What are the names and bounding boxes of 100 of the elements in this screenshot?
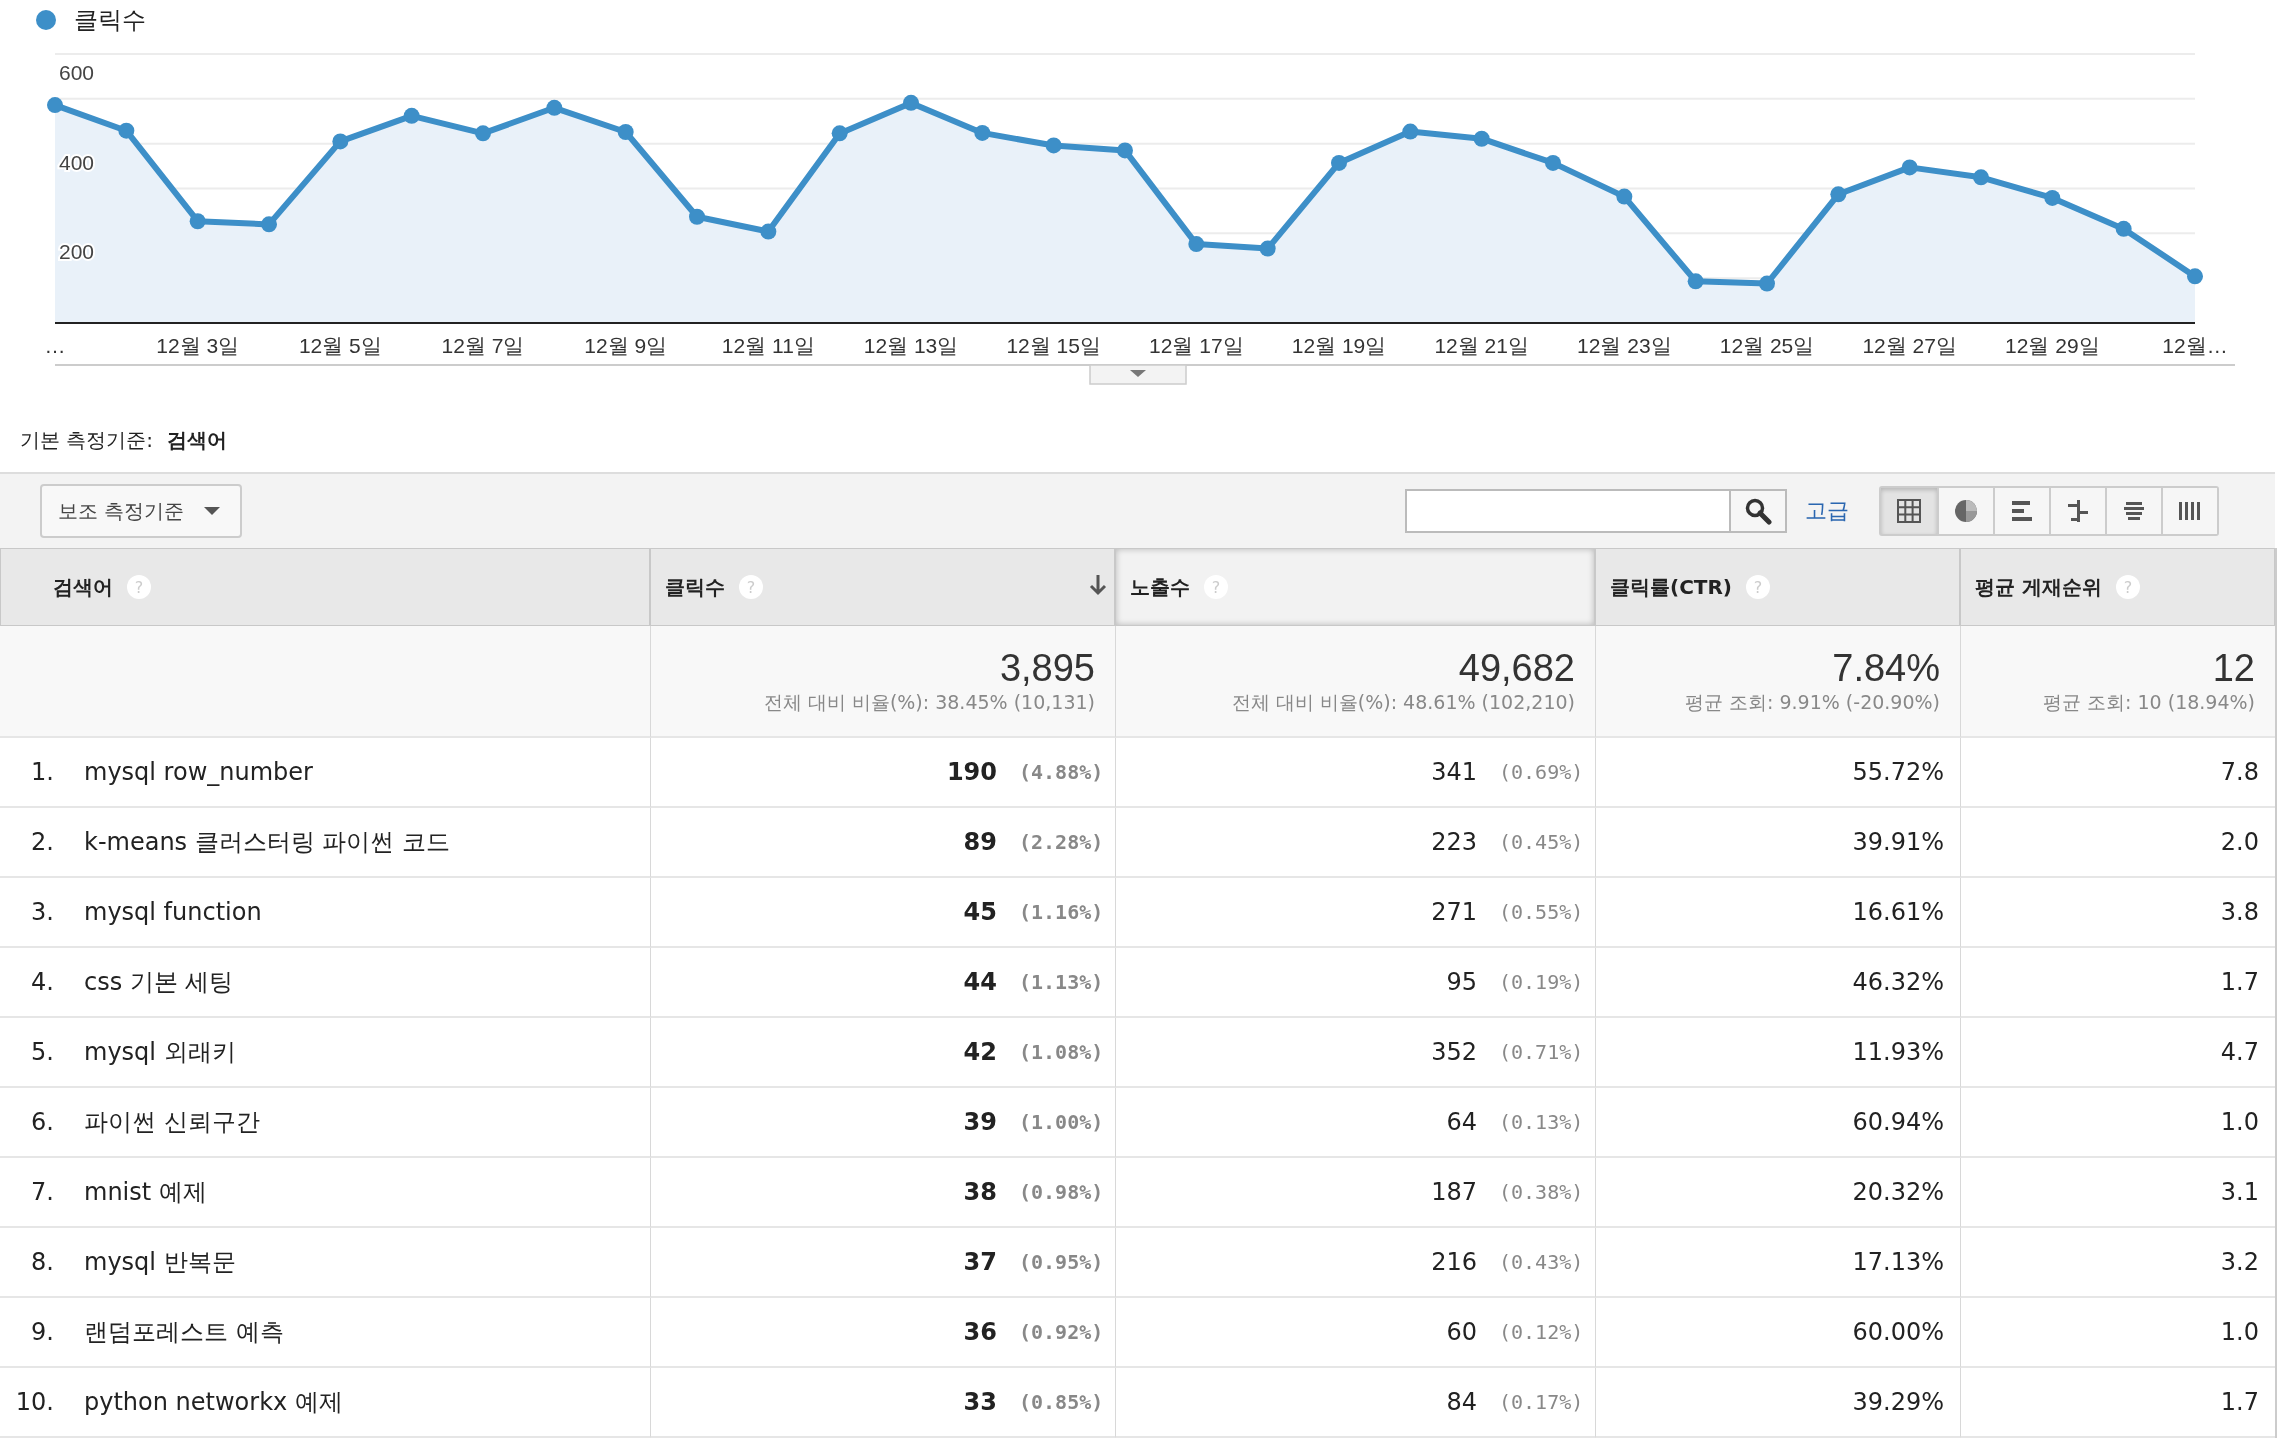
data-point xyxy=(1045,137,1062,154)
data-point xyxy=(760,223,777,240)
dimension-label: 기본 측정기준: xyxy=(20,427,154,454)
data-point xyxy=(1973,169,1989,186)
query-link[interactable]: 랜덤포레스트 예측 xyxy=(84,1316,284,1348)
clicks-share: (2.28%) xyxy=(1019,830,1101,854)
impressions-value: 187 xyxy=(1431,1178,1477,1206)
clicks-value: 190 xyxy=(946,758,997,786)
clicks-value: 38 xyxy=(963,1178,997,1206)
data-point xyxy=(903,94,919,111)
sort-arrow-icon[interactable] xyxy=(1088,573,1108,597)
data-point xyxy=(689,208,705,225)
data-point xyxy=(332,133,349,150)
ctr-value: 20.32% xyxy=(1852,1178,1944,1206)
query-link[interactable]: mnist 예제 xyxy=(84,1176,207,1208)
impressions-share: (0.13%) xyxy=(1499,1110,1581,1134)
column-header[interactable]: 평균 게재순위 ? xyxy=(1960,548,2275,626)
impressions-share: (0.71%) xyxy=(1499,1040,1581,1064)
column-header[interactable]: 클릭수 ? xyxy=(650,548,1115,626)
axis-label: 12월 13일 xyxy=(863,334,959,357)
query-link[interactable]: mysql row_number xyxy=(84,758,313,786)
column-label[interactable]: 평균 게재순위 xyxy=(1975,573,2102,601)
data-point xyxy=(47,97,63,114)
pie-chart-icon xyxy=(1953,498,1979,524)
column-label[interactable]: 클릭률(CTR) xyxy=(1610,573,1732,601)
data-point xyxy=(403,107,420,124)
data-point xyxy=(546,99,563,116)
ctr-value: 11.93% xyxy=(1852,1038,1944,1066)
column-header[interactable]: 노출수 ? xyxy=(1115,548,1595,626)
clicks-value: 45 xyxy=(963,898,997,926)
impressions-share: (0.38%) xyxy=(1499,1180,1581,1204)
clicks-value: 44 xyxy=(963,968,997,996)
total-value: 49,682 xyxy=(1458,646,1575,690)
row-rank: 10. xyxy=(14,1388,54,1416)
row-rank: 9. xyxy=(30,1318,54,1346)
column-label[interactable]: 검색어 xyxy=(53,573,113,601)
impressions-share: (0.55%) xyxy=(1499,900,1581,924)
ctr-value: 39.29% xyxy=(1852,1388,1944,1416)
position-value: 4.7 xyxy=(2220,1038,2259,1066)
clicks-value: 89 xyxy=(963,828,997,856)
position-value: 1.0 xyxy=(2220,1318,2259,1346)
data-point xyxy=(1545,154,1561,171)
axis-label: 12월 21일 xyxy=(1434,334,1529,357)
legend-label: 클릭수 xyxy=(74,5,146,36)
data-point xyxy=(1473,130,1490,147)
total-value: 12 xyxy=(2212,646,2255,690)
position-value: 3.8 xyxy=(2220,898,2259,926)
axis-label: 12월 11일 xyxy=(721,334,815,357)
impressions-value: 341 xyxy=(1431,758,1477,786)
query-link[interactable]: python networkx 예제 xyxy=(84,1386,343,1418)
view-button[interactable] xyxy=(1881,488,1937,534)
ctr-value: 55.72% xyxy=(1852,758,1944,786)
view-button[interactable] xyxy=(2161,488,2217,534)
impressions-value: 64 xyxy=(1446,1108,1477,1136)
impressions-value: 60 xyxy=(1446,1318,1477,1346)
query-link[interactable]: mysql 외래키 xyxy=(84,1036,236,1068)
impressions-value: 95 xyxy=(1446,968,1477,996)
column-label[interactable]: 클릭수 xyxy=(665,573,725,601)
clicks-share: (1.00%) xyxy=(1019,1110,1101,1134)
search-icon xyxy=(1744,497,1772,525)
clicks-share: (0.85%) xyxy=(1019,1390,1101,1414)
search-button[interactable] xyxy=(1731,489,1787,533)
clicks-share: (0.92%) xyxy=(1019,1320,1101,1344)
data-point xyxy=(261,216,277,233)
data-point xyxy=(2044,189,2061,206)
query-link[interactable]: mysql 반복문 xyxy=(84,1246,236,1278)
ctr-value: 17.13% xyxy=(1852,1248,1944,1276)
secondary-dimension-dropdown[interactable]: 보조 측정기준 xyxy=(40,484,243,538)
data-point xyxy=(831,125,848,142)
data-point xyxy=(2115,220,2132,237)
data-point xyxy=(1901,159,1918,176)
data-point xyxy=(1830,186,1847,203)
total-note: 평균 조회: 9.91% (-20.90%) xyxy=(1685,689,1940,715)
total-value: 3,895 xyxy=(999,646,1095,690)
position-value: 1.7 xyxy=(2220,1388,2259,1416)
axis-label: 12월 9일 xyxy=(584,334,668,357)
data-point xyxy=(1616,188,1633,205)
position-value: 1.7 xyxy=(2220,968,2259,996)
data-point xyxy=(1259,240,1276,257)
clicks-value: 37 xyxy=(963,1248,997,1276)
advanced-link[interactable]: 고급 xyxy=(1805,496,1849,526)
clicks-share: (1.13%) xyxy=(1019,970,1101,994)
search-field[interactable] xyxy=(1405,489,1731,533)
clicks-share: (1.16%) xyxy=(1019,900,1101,924)
query-link[interactable]: 파이썬 신뢰구간 xyxy=(84,1106,260,1138)
column-label[interactable]: 노출수 xyxy=(1130,573,1190,601)
column-header[interactable]: 검색어 ? xyxy=(0,548,650,626)
bar-chart-icon xyxy=(2009,498,2035,524)
axis-label: 12월 3일 xyxy=(156,334,240,357)
ctr-value: 46.32% xyxy=(1852,968,1944,996)
query-link[interactable]: k-means 클러스터링 파이썬 코드 xyxy=(84,826,450,858)
collapse-tab[interactable] xyxy=(1089,364,1187,385)
query-link[interactable]: css 기본 세팅 xyxy=(84,966,234,998)
dimension-value[interactable]: 검색어 xyxy=(167,427,228,454)
impressions-value: 352 xyxy=(1431,1038,1477,1066)
position-value: 3.1 xyxy=(2220,1178,2259,1206)
impressions-value: 271 xyxy=(1431,898,1477,926)
caret-icon xyxy=(204,506,221,516)
query-link[interactable]: mysql function xyxy=(84,898,262,926)
column-header[interactable]: 클릭률(CTR) ? xyxy=(1595,548,1960,626)
